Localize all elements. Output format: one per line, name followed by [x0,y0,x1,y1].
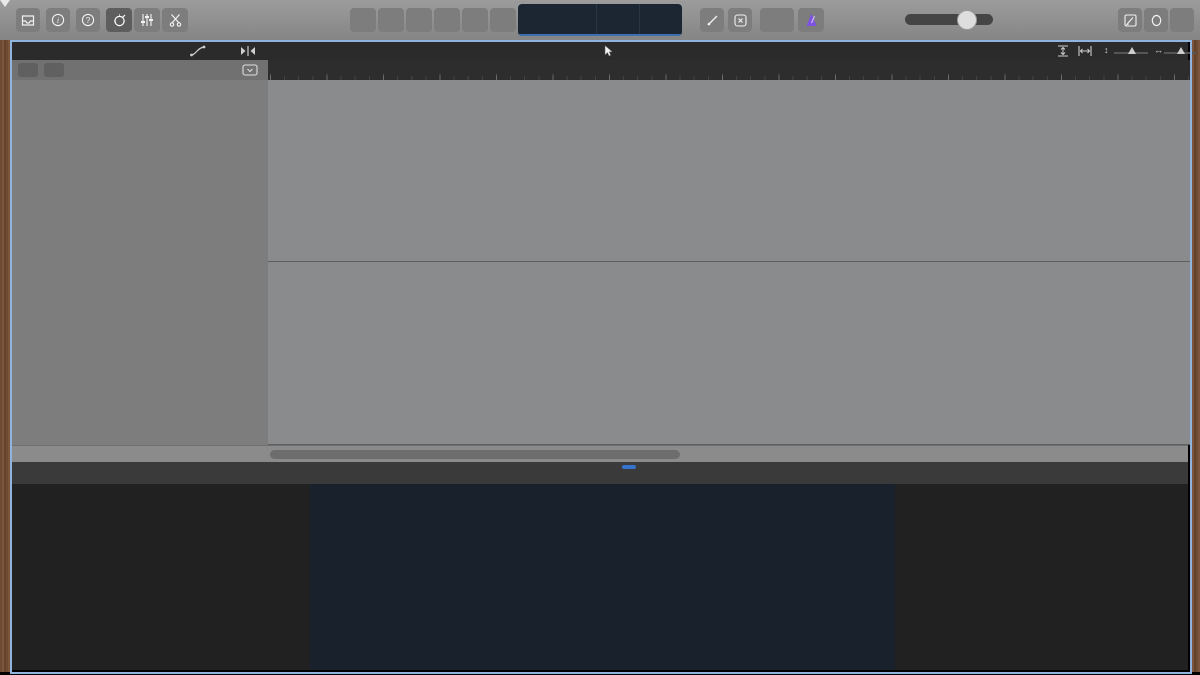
library-button[interactable] [16,8,40,32]
vertical-zoom-slider[interactable] [1114,52,1148,54]
play-button[interactable] [434,8,460,32]
toolbar: i ? [0,0,1200,41]
smart-controls-button[interactable] [106,8,132,32]
cycle-button[interactable] [490,8,516,32]
mixer-button[interactable] [134,8,160,32]
track-header-dance-hall-drums[interactable] [12,80,268,263]
rewind-button[interactable] [350,8,376,32]
bar-ruler[interactable] [268,60,1190,81]
global-solo-button[interactable] [44,63,64,77]
track-list-header [12,60,268,81]
metronome-icon [805,13,818,27]
lcd-tempo-section [597,4,640,36]
editors-button[interactable] [162,8,188,32]
track-lane-2 [268,262,1190,445]
go-to-beginning-button[interactable] [406,8,432,32]
inspector-button[interactable]: i [46,8,70,32]
forward-button[interactable] [378,8,404,32]
tab-eq[interactable] [622,465,636,469]
media-browser-button[interactable] [1170,8,1194,32]
count-in-button[interactable] [760,8,794,32]
playhead-marker[interactable] [0,0,10,7]
metronome-button[interactable] [798,8,824,32]
fit-zoom-button[interactable] [1078,45,1092,57]
master-mute-button[interactable] [728,8,752,32]
loop-browser-button[interactable] [1144,8,1168,32]
svg-text:i: i [57,16,59,25]
snap-mode-button[interactable] [240,45,256,57]
lcd-signature-section [640,4,682,36]
track-header-options-button[interactable] [242,64,258,76]
horizontal-scrollbar[interactable] [270,450,680,459]
quick-help-button[interactable]: ? [76,8,100,32]
track-header-dance-hall-drums-lo-fi[interactable] [12,262,268,446]
pointer-tool-selector[interactable] [604,45,617,57]
tuner-button[interactable] [700,8,724,32]
record-button[interactable] [462,8,488,32]
lcd-position-section [518,4,597,36]
tracks-menubar: ↕ ↔ [12,42,1188,60]
horizontal-zoom-thumb[interactable] [1177,47,1185,54]
horizontal-zoom-icon: ↔ [1154,45,1163,55]
svg-text:?: ? [86,16,91,25]
horizontal-zoom-slider[interactable] [1164,52,1196,54]
automation-curve-button[interactable] [190,45,206,57]
editor-panel-left-filler [12,484,310,670]
vertical-zoom-icon: ↕ [1104,45,1109,55]
desktop-edge-right [1190,40,1200,672]
auto-zoom-button[interactable] [1056,45,1070,57]
lcd-display[interactable] [518,4,682,36]
horizontal-scroll-area [12,445,1188,463]
add-track-button[interactable] [18,63,38,77]
master-volume-slider[interactable] [905,14,993,25]
editor-panel-right-filler [895,484,1188,670]
vertical-zoom-thumb[interactable] [1128,47,1136,54]
master-volume-thumb[interactable] [957,10,977,30]
desktop-edge-left [0,40,10,672]
logic-pro-window: i ? [0,0,1200,675]
channel-eq-plugin [310,484,895,670]
track-lane-1 [268,80,1190,262]
editor-panel-header [12,462,1188,485]
notepad-button[interactable] [1118,8,1142,32]
